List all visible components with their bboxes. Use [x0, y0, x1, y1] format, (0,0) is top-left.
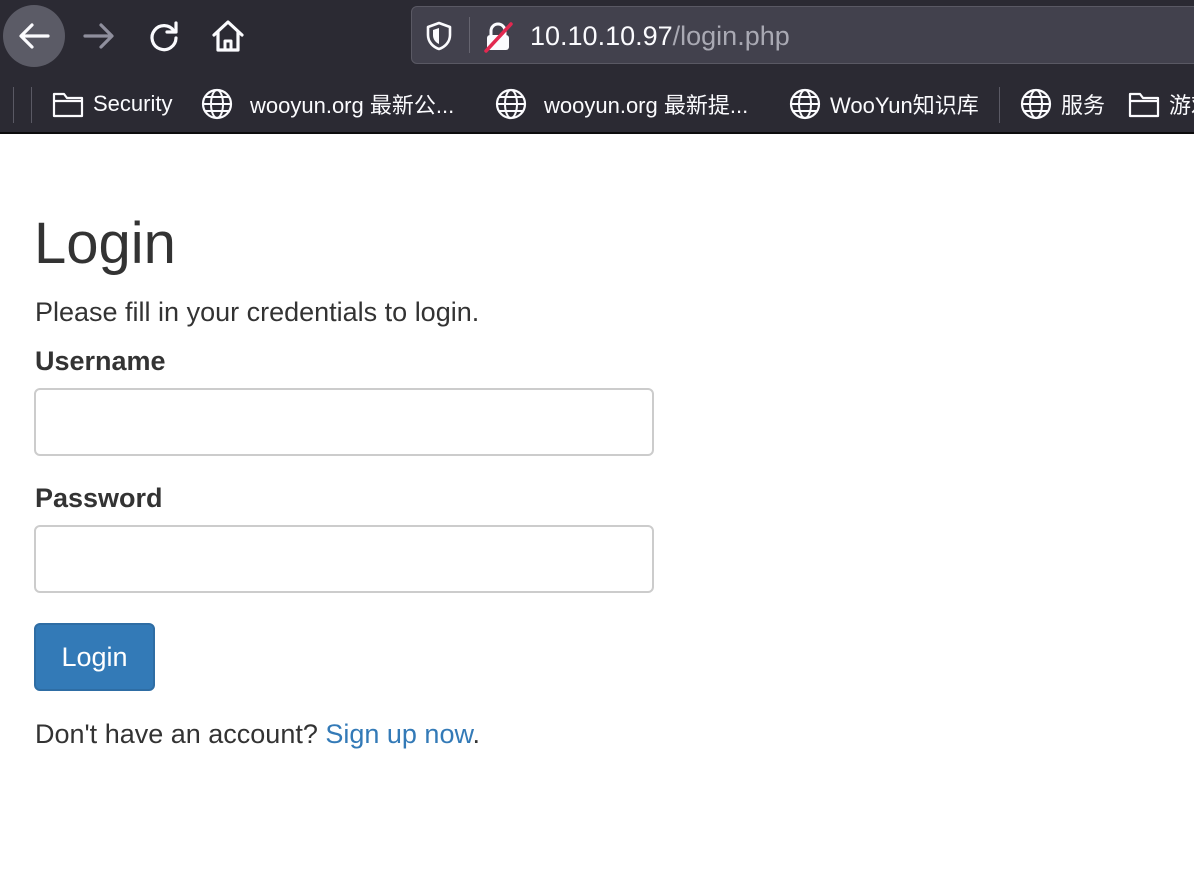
url-path: /login.php	[672, 21, 790, 51]
page-content: Login Please fill in your credentials to…	[0, 134, 1194, 880]
globe-icon	[1020, 88, 1052, 120]
signup-link[interactable]: Sign up now	[325, 719, 472, 749]
address-bar[interactable]: 10.10.10.97/login.php	[411, 6, 1194, 64]
bookmark-wooyun-public[interactable]: wooyun.org 最新公...	[201, 76, 454, 132]
address-bar-divider	[469, 17, 470, 53]
shield-icon[interactable]	[425, 21, 453, 56]
bookmark-folder-games[interactable]: 游戏	[1128, 76, 1194, 132]
signup-prompt-text: Don't have an account?	[35, 719, 326, 749]
login-button[interactable]: Login	[34, 623, 155, 691]
username-label: Username	[35, 346, 166, 376]
page-subtitle: Please fill in your credentials to login…	[35, 297, 480, 327]
bookmark-label: 服务	[1061, 93, 1106, 118]
password-input[interactable]	[34, 525, 654, 593]
signup-prompt: Don't have an account? Sign up now.	[35, 714, 480, 754]
username-input[interactable]	[34, 388, 654, 456]
bookmark-label: 游戏	[1169, 93, 1194, 118]
globe-icon	[201, 88, 233, 120]
bookmark-label: wooyun.org 最新提...	[544, 93, 749, 118]
folder-icon	[52, 92, 84, 118]
page-title: Login	[34, 211, 176, 276]
bookmark-folder-security[interactable]: Security	[52, 76, 172, 132]
bookmarks-separator	[999, 87, 1000, 123]
url-text[interactable]: 10.10.10.97/login.php	[530, 20, 790, 52]
forward-arrow-icon	[83, 23, 114, 49]
url-host: 10.10.10.97	[530, 21, 673, 51]
bookmark-wooyun-knowledge[interactable]: WooYun知识库	[789, 76, 979, 132]
bookmark-label: wooyun.org 最新公...	[250, 93, 455, 118]
back-arrow-icon	[19, 23, 50, 49]
forward-button[interactable]	[68, 5, 130, 67]
folder-icon	[1128, 92, 1160, 118]
reload-button[interactable]	[133, 5, 195, 67]
bookmark-label: Security	[93, 91, 173, 116]
reload-icon	[150, 21, 178, 52]
back-button[interactable]	[3, 5, 65, 67]
bookmarks-separator	[13, 87, 14, 123]
bookmark-label: WooYun知识库	[830, 93, 979, 118]
home-button[interactable]	[197, 5, 259, 67]
bookmarks-separator	[31, 87, 32, 123]
bookmark-services[interactable]: 服务	[1020, 76, 1105, 132]
password-label: Password	[35, 483, 163, 513]
bookmark-wooyun-submit[interactable]: wooyun.org 最新提...	[495, 76, 748, 132]
home-icon	[212, 20, 244, 52]
globe-icon	[495, 88, 527, 120]
bookmarks-toolbar: Security wooyun.org 最新公... wooyun.org 最新…	[0, 76, 1194, 132]
insecure-lock-icon[interactable]	[483, 21, 513, 58]
browser-toolbar: 10.10.10.97/login.php	[0, 0, 1194, 76]
signup-prompt-suffix: .	[472, 719, 480, 749]
globe-icon	[789, 88, 821, 120]
